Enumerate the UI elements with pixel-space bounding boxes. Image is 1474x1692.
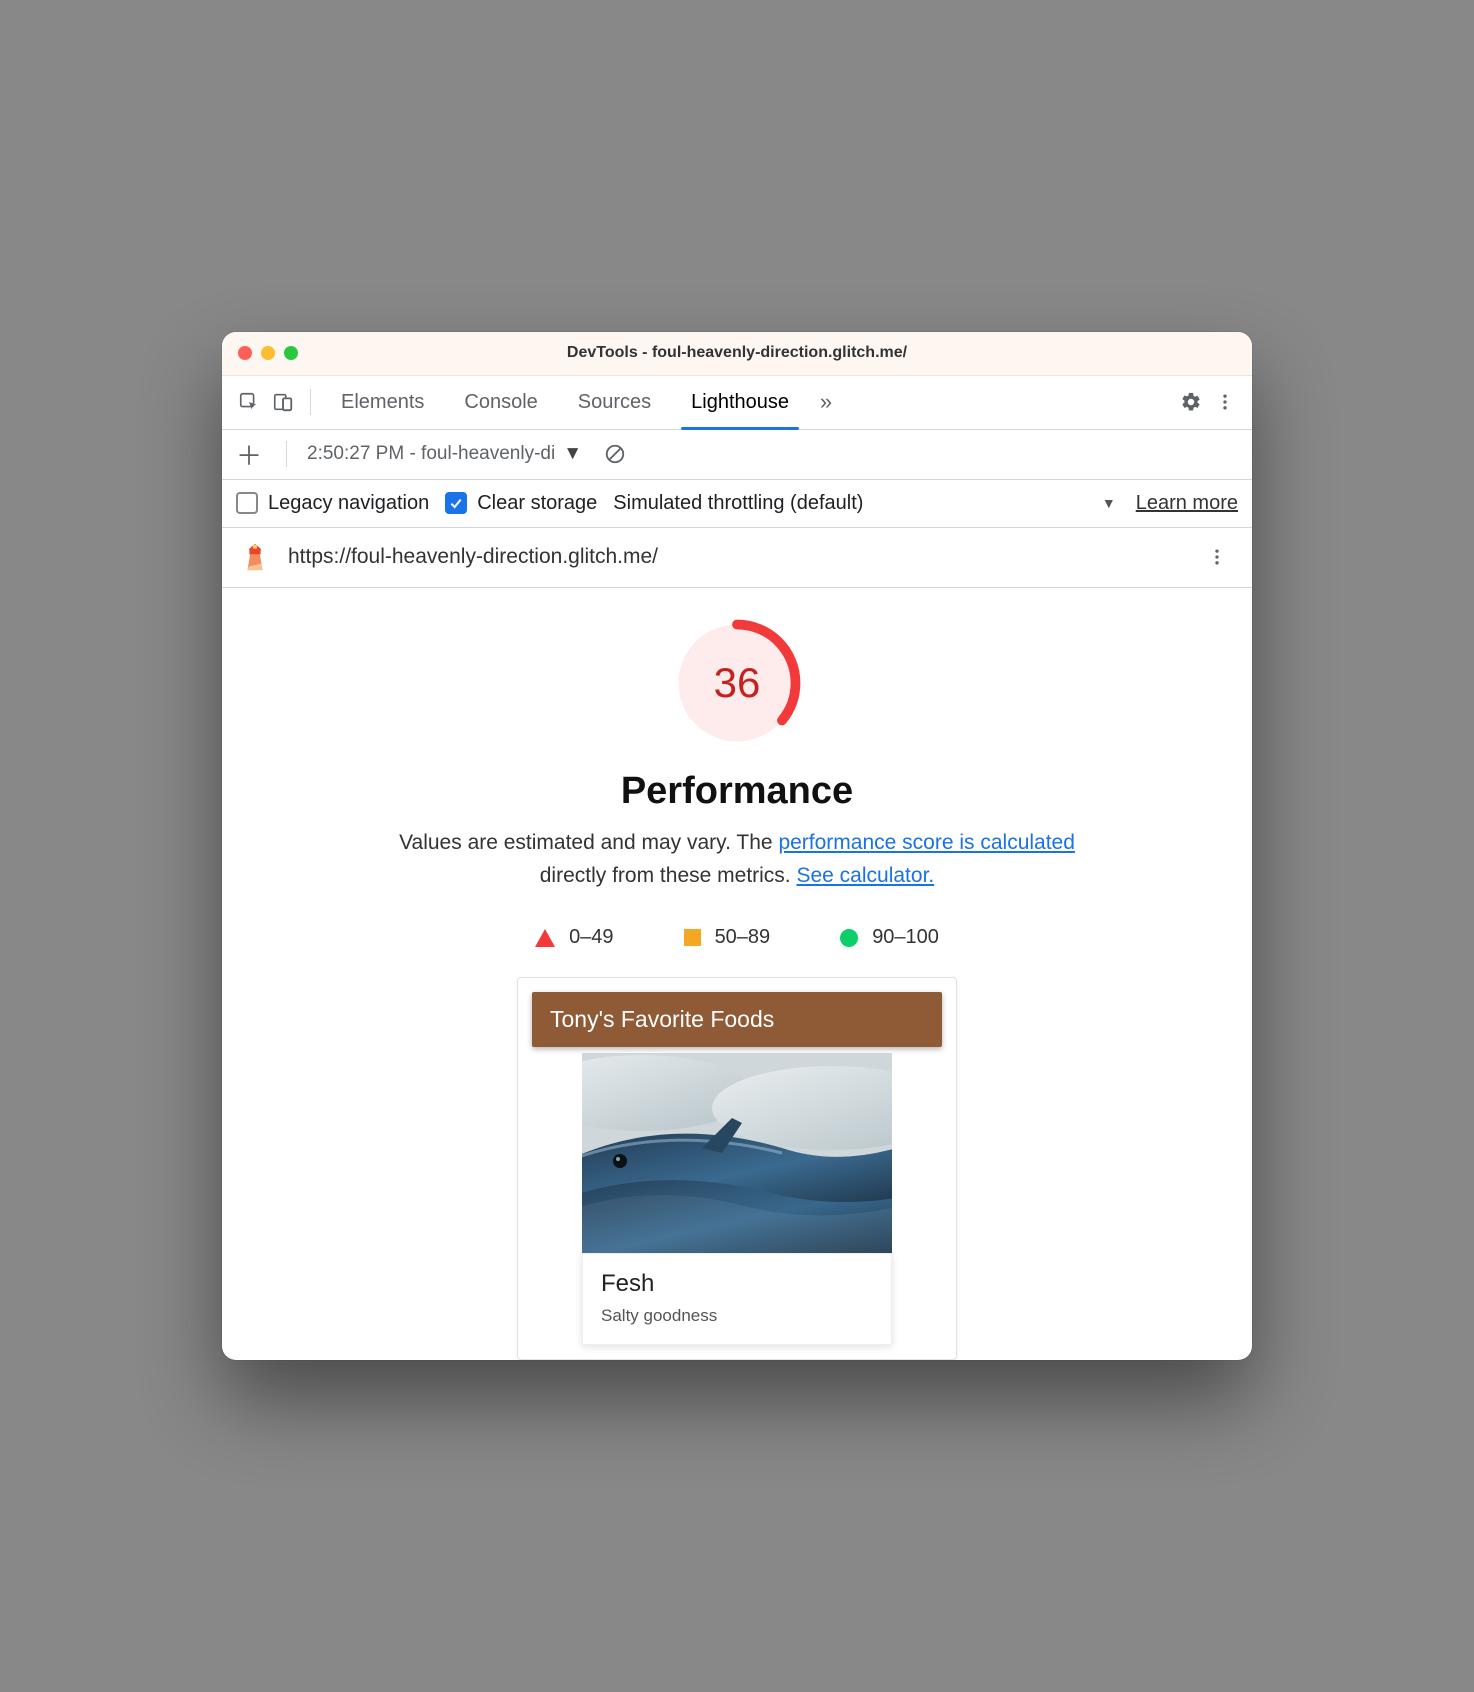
devtools-tabstrip: Elements Console Sources Lighthouse »	[222, 376, 1252, 430]
window-title: DevTools - foul-heavenly-direction.glitc…	[222, 344, 1252, 362]
screenshot-card-title: Fesh	[601, 1270, 873, 1298]
performance-score: 36	[672, 618, 802, 748]
clear-storage-checkbox[interactable]	[445, 492, 467, 514]
legacy-navigation-option[interactable]: Legacy navigation	[236, 492, 429, 515]
screenshot-header: Tony's Favorite Foods	[532, 992, 942, 1047]
more-tabs-icon[interactable]: »	[809, 385, 843, 419]
tab-lighthouse[interactable]: Lighthouse	[677, 376, 803, 429]
report-url-bar: https://foul-heavenly-direction.glitch.m…	[222, 528, 1252, 588]
chevron-down-icon: ▼	[563, 443, 582, 465]
legend-fail: 0–49	[535, 926, 614, 949]
window-titlebar: DevTools - foul-heavenly-direction.glitc…	[222, 332, 1252, 376]
kebab-menu-icon[interactable]	[1208, 385, 1242, 419]
throttling-caret-icon[interactable]: ▼	[1098, 495, 1120, 511]
legend-average-label: 50–89	[715, 926, 771, 949]
report-kebab-menu-icon[interactable]	[1200, 540, 1234, 574]
tab-console[interactable]: Console	[450, 376, 551, 429]
new-report-plus-icon[interactable]: ＋	[232, 437, 266, 471]
screenshot-hero-image	[582, 1053, 892, 1253]
triangle-icon	[535, 929, 555, 947]
inspect-element-icon[interactable]	[232, 385, 266, 419]
window-maximize-button[interactable]	[284, 346, 298, 360]
legend-fail-label: 0–49	[569, 926, 614, 949]
category-title: Performance	[242, 770, 1232, 813]
report-selector-label: 2:50:27 PM - foul-heavenly-di	[307, 443, 555, 465]
legend-pass: 90–100	[840, 926, 939, 949]
devtools-window: DevTools - foul-heavenly-direction.glitc…	[222, 332, 1252, 1360]
report-selector[interactable]: 2:50:27 PM - foul-heavenly-di ▼	[307, 443, 582, 465]
legend-average: 50–89	[684, 926, 771, 949]
square-icon	[684, 929, 701, 946]
clear-storage-option[interactable]: Clear storage	[445, 492, 597, 515]
device-toolbar-icon[interactable]	[266, 385, 300, 419]
circle-icon	[840, 929, 858, 947]
traffic-lights	[222, 346, 298, 360]
desc-text: directly from these metrics.	[540, 864, 797, 887]
divider	[286, 441, 287, 467]
desc-text: Values are estimated and may vary. The	[399, 831, 778, 854]
lighthouse-options-bar: Legacy navigation Clear storage Simulate…	[222, 480, 1252, 528]
lighthouse-subtoolbar: ＋ 2:50:27 PM - foul-heavenly-di ▼	[222, 430, 1252, 480]
report-content: 36 Performance Values are estimated and …	[222, 588, 1252, 1360]
report-url: https://foul-heavenly-direction.glitch.m…	[288, 545, 1182, 569]
perf-score-link[interactable]: performance score is calculated	[778, 831, 1074, 854]
window-close-button[interactable]	[238, 346, 252, 360]
clear-report-icon[interactable]	[598, 437, 632, 471]
see-calculator-link[interactable]: See calculator.	[796, 864, 934, 887]
lighthouse-logo-icon	[240, 542, 270, 572]
screenshot-card-subtitle: Salty goodness	[601, 1306, 873, 1326]
screenshot-card: Fesh Salty goodness	[582, 1253, 892, 1345]
score-legend: 0–49 50–89 90–100	[242, 926, 1232, 949]
learn-more-link[interactable]: Learn more	[1136, 492, 1238, 515]
divider	[310, 389, 311, 415]
throttling-label: Simulated throttling (default)	[613, 492, 863, 515]
page-screenshot-thumbnail[interactable]: Tony's Favorite Foods	[517, 977, 957, 1360]
tab-elements[interactable]: Elements	[327, 376, 438, 429]
performance-gauge: 36	[242, 618, 1232, 748]
settings-gear-icon[interactable]	[1174, 385, 1208, 419]
clear-storage-label: Clear storage	[477, 492, 597, 515]
category-description: Values are estimated and may vary. The p…	[377, 827, 1097, 892]
legend-pass-label: 90–100	[872, 926, 939, 949]
window-minimize-button[interactable]	[261, 346, 275, 360]
legacy-navigation-label: Legacy navigation	[268, 492, 429, 515]
tab-sources[interactable]: Sources	[564, 376, 665, 429]
legacy-navigation-checkbox[interactable]	[236, 492, 258, 514]
